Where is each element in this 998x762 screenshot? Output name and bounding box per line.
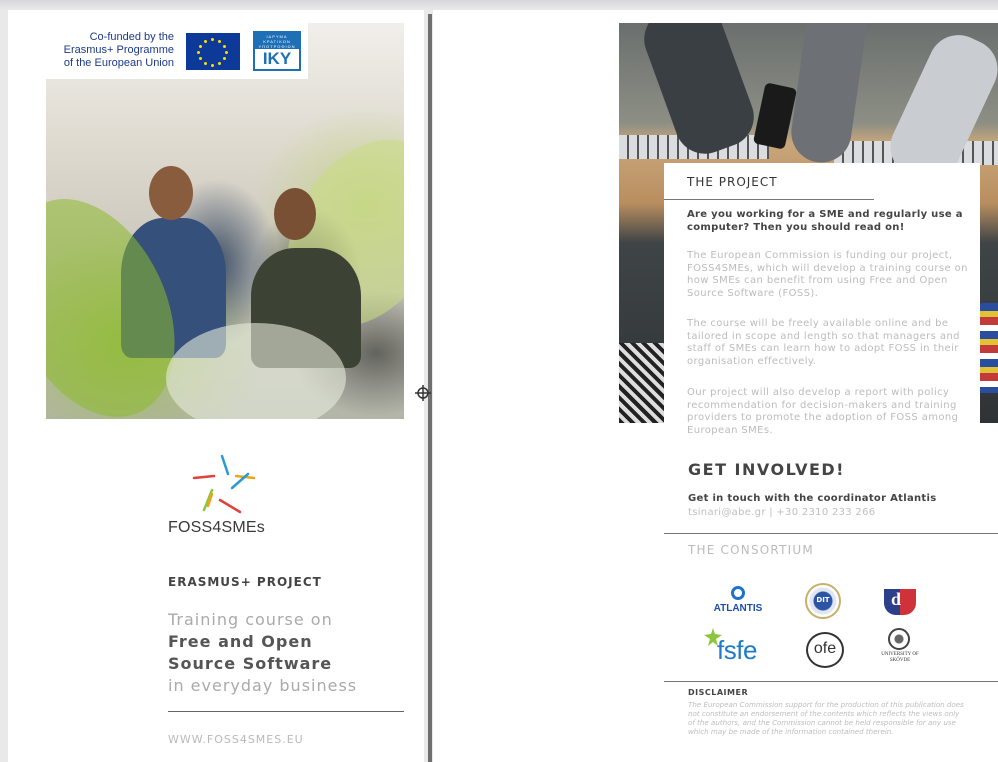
shield-logo: d [880, 583, 922, 619]
funding-badge: Co-funded by the Erasmus+ Programme of t… [46, 23, 308, 79]
disclaimer-text: The European Commission support for the … [688, 700, 964, 736]
dit-logo: DIT [805, 583, 841, 619]
project-lead: Are you working for a SME and regularly … [687, 209, 963, 233]
star-logo-icon [192, 454, 256, 514]
iky-logo-text: IKY [255, 49, 299, 69]
funding-line-3: of the European Union [63, 57, 174, 69]
dit-logo-text: DIT [816, 596, 830, 604]
cover-tagline: Training course on Free and Open Source … [168, 609, 357, 697]
tagline-line-1: Training course on [168, 610, 333, 629]
tagline-line-4: in everyday business [168, 676, 358, 695]
project-paragraph-1: The European Commission is funding our p… [687, 250, 968, 299]
cover-photo [46, 23, 404, 419]
funding-text: Co-funded by the Erasmus+ Programme of t… [52, 31, 174, 70]
iky-small-text: ΙΔΡΥΜΑ ΚΡΑΤΙΚΩΝ ΥΠΟΤΡΟΦΙΩΝ [258, 34, 296, 49]
photo-person-right-head [274, 188, 316, 240]
photo-phone [752, 82, 798, 150]
contact-label: Get in touch with the coordinator Atlant… [688, 493, 937, 504]
fsfe-logo-text: fsfe [717, 635, 757, 665]
tagline-line-2: Free and Open [168, 632, 313, 651]
contact-info[interactable]: tsinari@abe.gr | +30 2310 233 266 [688, 507, 875, 518]
project-title-rule [664, 199, 874, 200]
disclaimer-rule [664, 681, 998, 682]
viewer-top-shadow [0, 0, 998, 10]
tagline-line-3: Source Software [168, 654, 333, 673]
project-title: THE PROJECT [687, 175, 778, 189]
skovde-seal-icon [888, 628, 910, 650]
funding-line-2: Erasmus+ Programme [63, 44, 174, 56]
atlantis-logo-text: ATLANTIS [713, 603, 763, 614]
iky-logo: ΙΔΡΥΜΑ ΚΡΑΤΙΚΩΝ ΥΠΟΤΡΟΦΙΩΝ IKY [253, 31, 301, 71]
photo-person-left-head [149, 166, 193, 220]
project-card: THE PROJECT Are you working for a SME an… [664, 163, 980, 453]
atlantis-icon [731, 586, 745, 600]
get-involved-title: GET INVOLVED! [688, 460, 845, 479]
eu-flag-icon [186, 33, 240, 70]
cover-divider [168, 711, 404, 712]
funding-line-1: Co-funded by the [89, 31, 174, 43]
project-label: ERASMUS+ PROJECT [168, 575, 322, 589]
website-link[interactable]: WWW.FOSS4SMES.EU [168, 733, 304, 746]
project-paragraph-3: Our project will also develop a report w… [687, 387, 959, 436]
disclaimer-title: DISCLAIMER [688, 688, 749, 697]
ofe-logo: ofe [806, 632, 844, 668]
consortium-rule [664, 533, 998, 534]
ofe-logo-text: ofe [813, 640, 837, 657]
consortium-title: THE CONSORTIUM [688, 543, 814, 557]
skovde-logo: UNIVERSITY OF SKÖVDE [877, 628, 923, 668]
atlantis-logo: ATLANTIS [703, 586, 773, 618]
shield-right-half [900, 589, 916, 615]
skovde-logo-text: UNIVERSITY OF SKÖVDE [881, 652, 919, 663]
brand-name: FOSS4SMEs [168, 519, 265, 536]
photo-shirt [619, 343, 664, 423]
shield-logo-letter: d [891, 589, 902, 609]
fsfe-logo: fsfe [704, 628, 774, 668]
project-paragraph-2: The course will be freely available onli… [687, 318, 960, 367]
